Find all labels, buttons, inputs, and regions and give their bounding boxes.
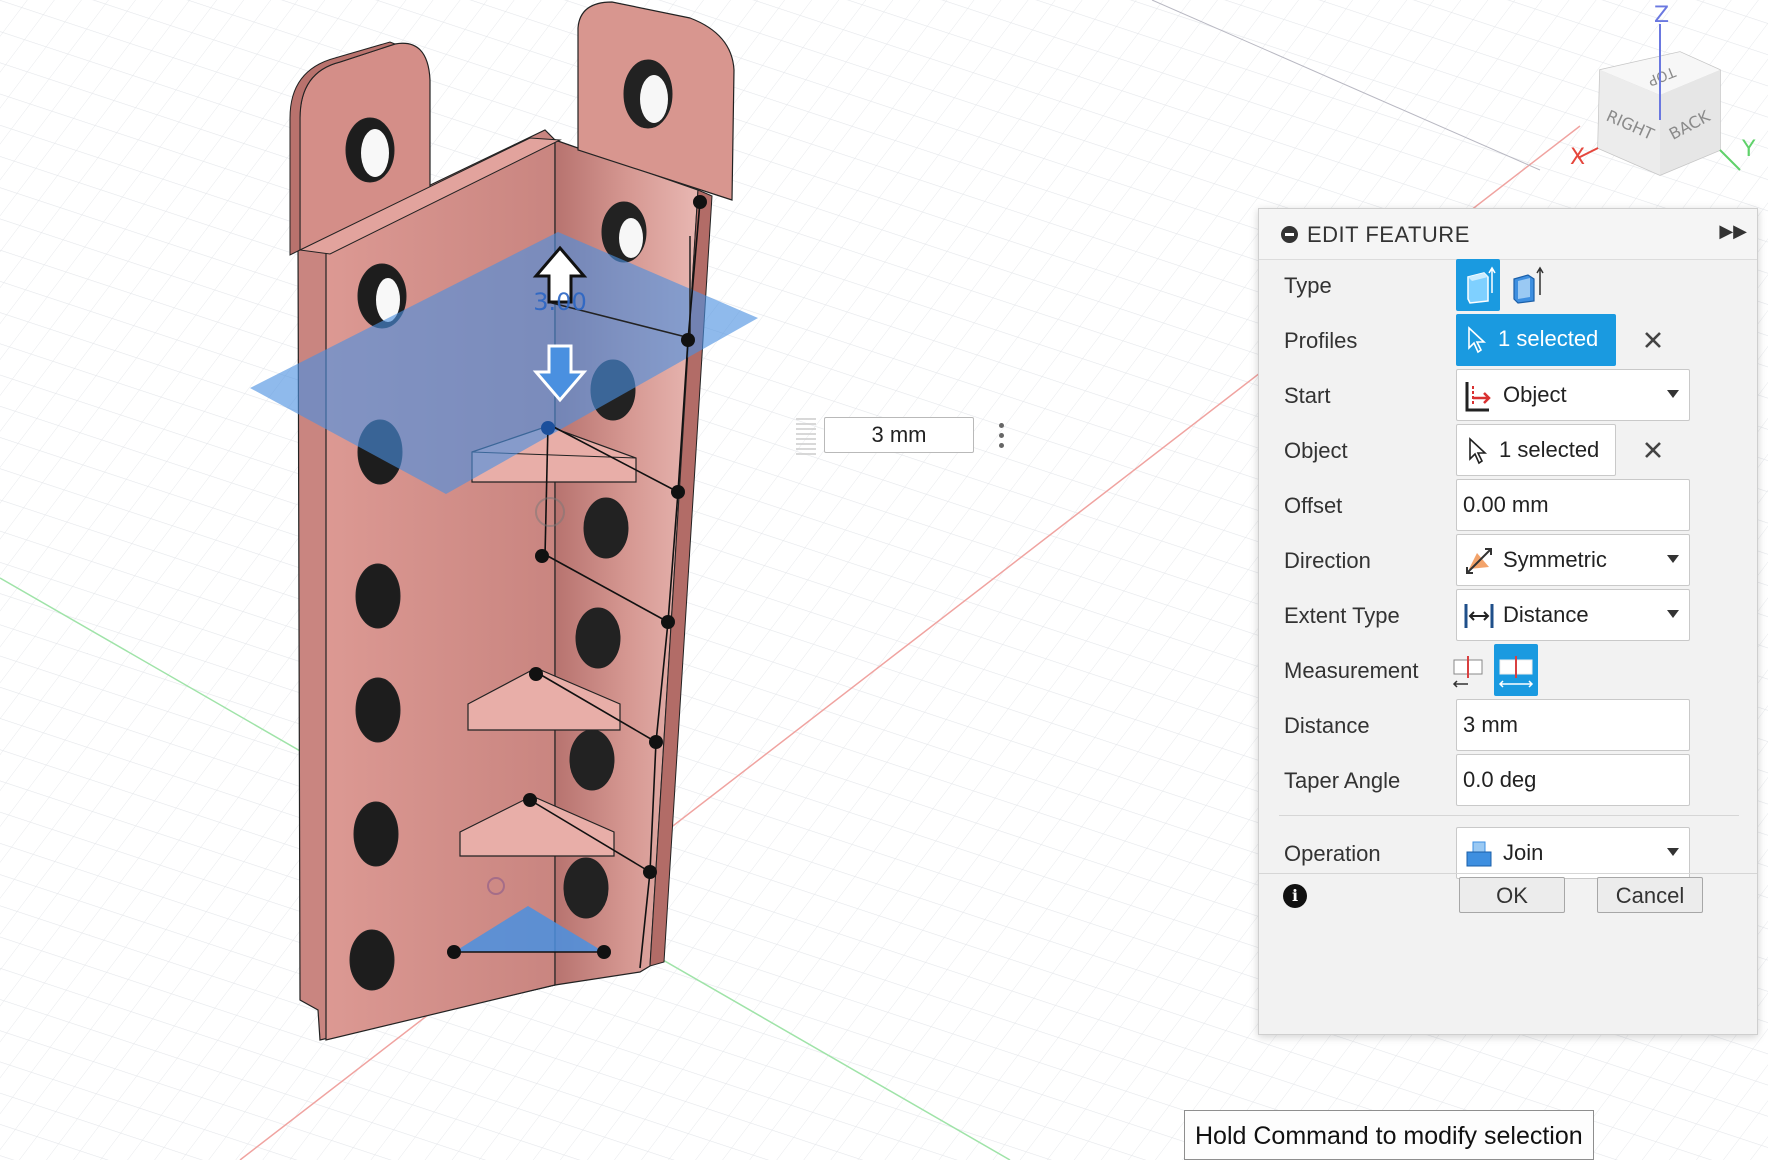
edit-feature-panel: EDIT FEATURE ▶▶ Type Profiles 1 selected…: [1258, 208, 1758, 1035]
profiles-select-button[interactable]: 1 selected: [1456, 314, 1616, 366]
chevron-down-icon: [1667, 848, 1679, 856]
offset-field[interactable]: 0.00 mm: [1456, 479, 1690, 531]
axis-x-label: X: [1570, 145, 1585, 170]
direction-label: Direction: [1284, 548, 1371, 573]
thin-extrude-icon[interactable]: [1504, 259, 1548, 311]
divider: [1259, 873, 1757, 874]
object-select-button[interactable]: 1 selected: [1456, 424, 1616, 476]
offset-label: Offset: [1284, 493, 1343, 518]
double-chevron-right-icon[interactable]: ▶▶: [1719, 221, 1747, 242]
more-vertical-icon[interactable]: [996, 420, 1006, 454]
cancel-button[interactable]: Cancel: [1597, 877, 1703, 913]
distance-input[interactable]: [824, 417, 974, 453]
half-length-icon[interactable]: [1446, 644, 1490, 696]
distance-icon: [1464, 604, 1494, 628]
drag-handle[interactable]: [796, 418, 816, 458]
measurement-label: Measurement: [1284, 658, 1419, 683]
axis-y-label: Y: [1741, 137, 1756, 162]
axis-z-label: Z: [1654, 3, 1669, 28]
divider: [1279, 815, 1739, 816]
operation-label: Operation: [1284, 841, 1381, 866]
direction-dropdown[interactable]: Symmetric: [1456, 534, 1690, 586]
start-object-icon: [1465, 382, 1491, 412]
cursor-icon: [1469, 437, 1488, 465]
start-label: Start: [1284, 383, 1331, 408]
panel-title: EDIT FEATURE: [1307, 222, 1470, 247]
info-icon[interactable]: i: [1283, 884, 1307, 908]
panel-header: EDIT FEATURE ▶▶: [1259, 209, 1757, 260]
dimension-label: 3.00: [533, 288, 586, 316]
type-label: Type: [1284, 273, 1332, 298]
chevron-down-icon: [1667, 390, 1679, 398]
distance-field[interactable]: 3 mm: [1456, 699, 1690, 751]
join-icon: [1466, 841, 1492, 867]
close-icon[interactable]: [1639, 326, 1667, 354]
whole-length-icon[interactable]: [1494, 644, 1538, 696]
cursor-icon: [1468, 326, 1487, 354]
close-icon[interactable]: [1639, 436, 1667, 464]
floating-distance-input[interactable]: [796, 414, 1028, 460]
extent-type-label: Extent Type: [1284, 603, 1400, 628]
chevron-down-icon: [1667, 610, 1679, 618]
start-dropdown[interactable]: Object: [1456, 369, 1690, 421]
chevron-down-icon: [1667, 555, 1679, 563]
collapse-icon[interactable]: [1281, 226, 1298, 243]
extent-type-dropdown[interactable]: Distance: [1456, 589, 1690, 641]
taper-angle-label: Taper Angle: [1284, 768, 1401, 793]
operation-dropdown[interactable]: Join: [1456, 827, 1690, 879]
profiles-label: Profiles: [1284, 328, 1358, 353]
extrude-icon[interactable]: [1456, 259, 1500, 311]
bracket-part[interactable]: [289, 1, 735, 1041]
taper-angle-field[interactable]: 0.0 deg: [1456, 754, 1690, 806]
symmetric-icon: [1466, 548, 1492, 574]
ok-button[interactable]: OK: [1459, 877, 1565, 913]
object-label: Object: [1284, 438, 1348, 463]
status-tooltip: Hold Command to modify selection: [1184, 1110, 1594, 1160]
distance-label: Distance: [1284, 713, 1370, 738]
